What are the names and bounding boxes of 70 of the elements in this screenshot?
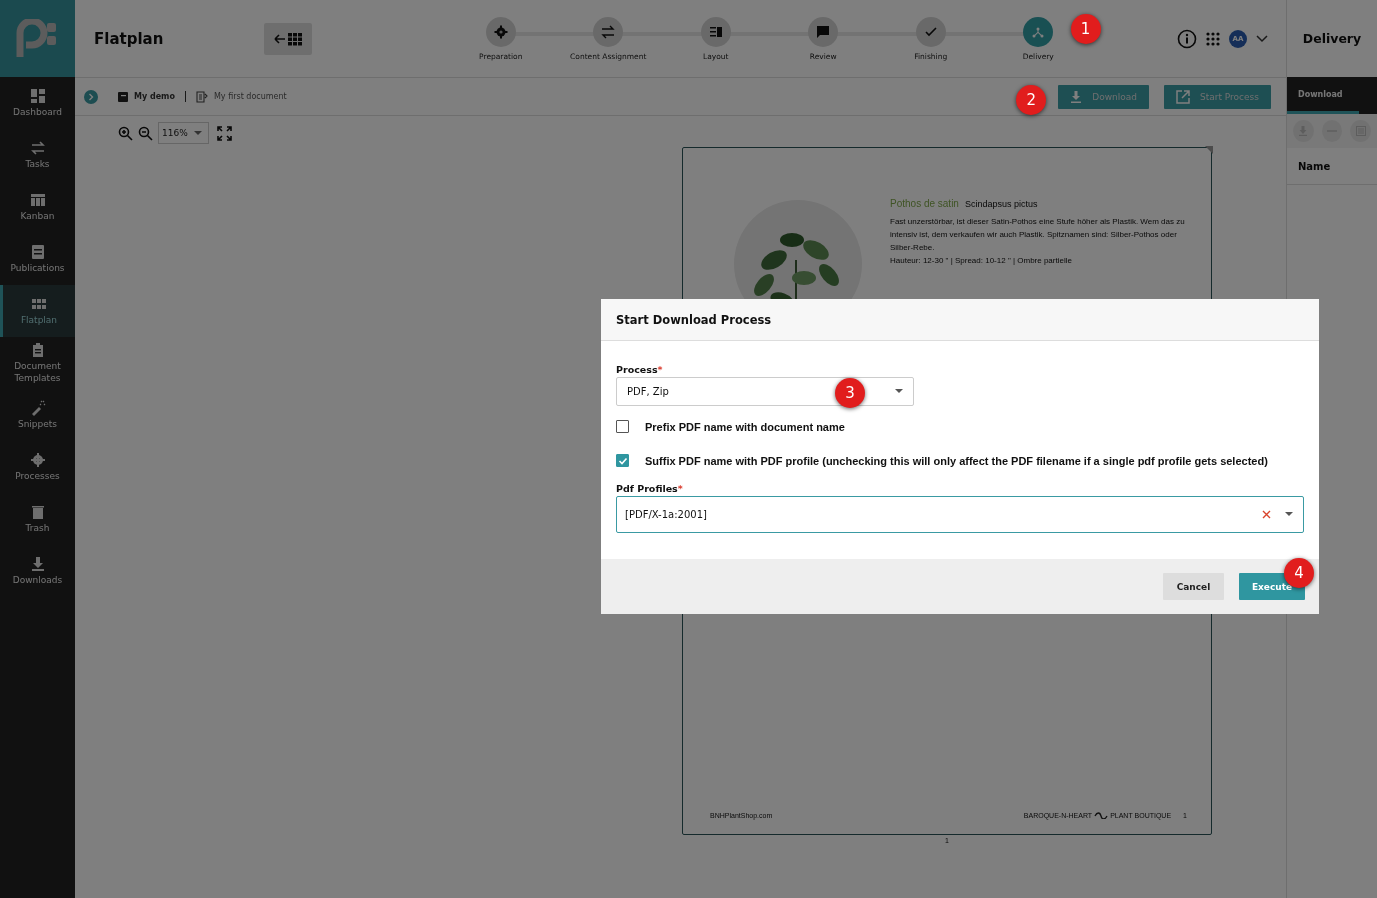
required-mark: * (657, 364, 663, 375)
dashboard-icon (29, 87, 46, 104)
sidebar-item[interactable]: Flatplan (0, 285, 75, 337)
sidebar-item[interactable]: Trash (0, 493, 75, 545)
callout-badge: 1 (1070, 13, 1101, 44)
step-button[interactable] (593, 16, 624, 47)
callout-badge: 3 (835, 378, 865, 408)
dialog-button[interactable]: Cancel (1163, 573, 1224, 600)
checkbox[interactable] (616, 420, 629, 433)
publications-icon (29, 243, 46, 260)
breadcrumb-link[interactable]: My first document (213, 92, 287, 101)
check-icon (923, 24, 938, 39)
zoom-out-icon[interactable] (138, 125, 153, 141)
panel-title: Delivery (1301, 30, 1363, 48)
step-button[interactable] (915, 16, 946, 47)
zoom-in-icon[interactable] (118, 125, 133, 141)
sidebar-item[interactable]: Downloads (0, 545, 75, 597)
sidebar-item[interactable]: Document Templates (0, 337, 75, 389)
plant-specs: Hauteur: 12-30 " | Spread: 10-12 " | Ombre partielle (890, 255, 1073, 267)
page-title: Flatplan (94, 29, 165, 48)
plant-name: Pothos de satin (890, 198, 959, 209)
back-to-grid-button[interactable] (264, 22, 312, 55)
book-icon (118, 91, 128, 102)
page-corner-fold (1205, 146, 1213, 154)
sidebar-item[interactable]: Snippets (0, 389, 75, 441)
column-header: Name (1287, 148, 1377, 185)
field-label: Process (616, 364, 658, 375)
external-link-icon (1176, 89, 1190, 104)
sidebar-item[interactable]: Tasks (0, 129, 75, 181)
sidebar-item[interactable]: Kanban (0, 181, 75, 233)
field-label: Pdf Profiles (616, 483, 678, 494)
info-icon[interactable] (1177, 28, 1197, 49)
gear-icon (493, 24, 508, 39)
step-button[interactable] (808, 16, 839, 47)
required-mark: * (677, 483, 683, 494)
columns-icon (708, 24, 723, 39)
trash-icon (29, 503, 46, 520)
process-select[interactable]: PDF, Zip 3 (616, 377, 914, 406)
processes-icon (29, 451, 46, 468)
checkbox[interactable] (616, 454, 629, 467)
step-button[interactable] (700, 16, 731, 47)
breadcrumb-link[interactable]: My demo (134, 92, 175, 101)
comment-icon (816, 24, 831, 39)
checkbox-label: Suffix PDF name with PDF profile (unchecking this will only affect the PDF filename if a single pdf profile gets selected) (645, 454, 1268, 467)
document-icon (195, 90, 208, 103)
kanban-icon (29, 191, 46, 208)
ornament-icon (1094, 812, 1109, 819)
zoom-select[interactable]: 116% (158, 122, 209, 144)
plant-description: Fast unzerstörbar, ist dieser Satin-Pothos eine Stufe höher als Plastik. Wem das zu intensiv ist, dem verkaufen wir auch Plastik. Spitznamen sind: Silber-Pothos oder Silber-Rebe. (890, 216, 1186, 254)
sidebar-item[interactable]: Processes (0, 441, 75, 493)
fullscreen-icon[interactable] (217, 125, 232, 141)
caret-icon[interactable] (1285, 512, 1293, 517)
callout-badge: 2 (1016, 84, 1047, 115)
caret-icon (193, 130, 202, 136)
plant-latin-name: Scindapsus pictus (964, 199, 1038, 209)
caret-icon (895, 389, 903, 394)
dialog-title: Start Download Process (616, 312, 772, 327)
step-button[interactable] (485, 16, 516, 47)
clear-icon[interactable] (1262, 510, 1271, 519)
download-icon (1070, 90, 1083, 103)
apps-grid-icon[interactable] (1206, 31, 1220, 46)
swap-arrows-icon (601, 24, 616, 39)
chevron-down-icon[interactable] (1256, 34, 1268, 43)
sidebar-item[interactable]: Publications (0, 233, 75, 285)
checkbox-label: Prefix PDF name with document name (645, 420, 845, 433)
arrow-grid-icon (274, 31, 302, 46)
pdf-profiles-select[interactable]: [PDF/X-1a:2001] (616, 496, 1304, 533)
sidebar-item[interactable]: Dashboard (0, 77, 75, 129)
downloads-icon (29, 555, 46, 572)
tasks-icon (29, 139, 46, 156)
